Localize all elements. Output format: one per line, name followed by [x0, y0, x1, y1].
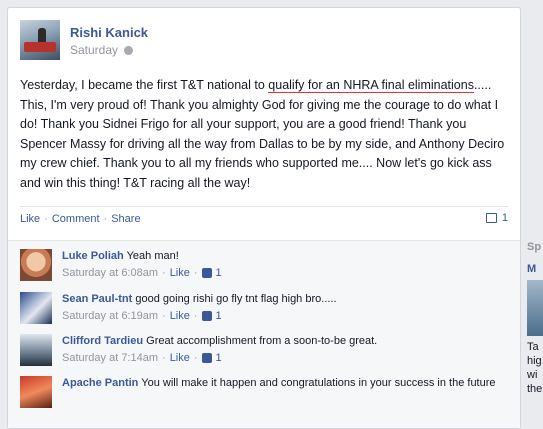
comment-text: You will make it happen and congratulati… [141, 377, 496, 389]
commenter-name[interactable]: Clifford Tardieu [62, 335, 143, 347]
comment-like-count[interactable]: 1 [216, 266, 222, 280]
comment-like-link[interactable]: Like [170, 309, 190, 323]
comment-like-link[interactable]: Like [170, 351, 190, 365]
separator: · [162, 310, 166, 322]
commenter-avatar[interactable] [20, 292, 52, 324]
comment-time[interactable]: Saturday at 6:08am [62, 266, 158, 280]
post-text: Yesterday, I became the first T&T nation… [20, 76, 510, 193]
commenter-avatar[interactable] [20, 376, 52, 408]
comment-like-count[interactable]: 1 [216, 351, 222, 365]
comment-text: Great accomplishment from a soon-to-be g… [146, 335, 378, 347]
sidebar-ad-line: wi [527, 369, 538, 381]
comment-link[interactable]: Comment [52, 213, 100, 225]
separator: · [193, 267, 198, 279]
avatar-car [24, 42, 56, 52]
sidebar-ad-line: the [527, 383, 543, 395]
comment-icon [485, 213, 497, 223]
commenter-avatar[interactable] [20, 334, 52, 366]
thumbs-up-icon [201, 311, 212, 321]
commenter-name[interactable]: Sean Paul-tnt [62, 293, 132, 305]
post-timestamp[interactable]: Saturday [70, 43, 118, 57]
comment-count[interactable]: 1 [485, 212, 508, 224]
separator: · [162, 267, 166, 279]
comment-like-count[interactable]: 1 [216, 309, 222, 323]
comment-time[interactable]: Saturday at 6:19am [62, 309, 158, 323]
comment-count-value: 1 [501, 212, 508, 224]
separator: · [193, 310, 198, 322]
separator: · [103, 213, 108, 225]
post-text-part: ..... This, I'm very proud of! Thank you… [20, 78, 505, 190]
share-link[interactable]: Share [111, 213, 140, 225]
thumbs-up-icon [201, 353, 212, 363]
comment-text: Yeah man! [126, 250, 179, 262]
separator: · [44, 213, 48, 225]
sidebar-ad-image[interactable] [527, 280, 543, 336]
post-actions: Like · Comment · Share [20, 213, 141, 225]
comment-text: good going rishi go fly tnt flag high br… [135, 293, 337, 305]
like-link[interactable]: Like [20, 213, 40, 225]
commenter-name[interactable]: Apache Pantin [62, 377, 138, 389]
post-meta: Saturday [70, 43, 134, 57]
post-author-name[interactable]: Rishi Kanick [70, 25, 148, 40]
separator: · [193, 352, 198, 364]
sidebar-ad-line: hig [527, 355, 542, 367]
sidebar-ad-title[interactable]: M [527, 262, 543, 276]
separator: · [162, 352, 166, 364]
globe-icon [124, 45, 134, 55]
post-text-part: Yesterday, I became the first T&T nation… [20, 78, 269, 92]
post-text-highlight: qualify for an NHRA final eliminations [268, 78, 474, 93]
author-avatar[interactable] [20, 20, 60, 60]
thumbs-up-icon [201, 268, 212, 278]
sidebar-ad-line: Ta [527, 341, 539, 353]
divider [20, 206, 508, 207]
sidebar-heading: Sp [527, 241, 542, 253]
commenter-name[interactable]: Luke Poliah [62, 250, 124, 262]
right-sidebar-sponsored: Sp M Ta hig wi the [527, 240, 543, 410]
comment-like-link[interactable]: Like [170, 266, 190, 280]
comment-time[interactable]: Saturday at 7:14am [62, 351, 158, 365]
post-card: Rishi Kanick Saturday Yesterday, I becam… [7, 7, 521, 429]
commenter-avatar[interactable] [20, 249, 52, 281]
